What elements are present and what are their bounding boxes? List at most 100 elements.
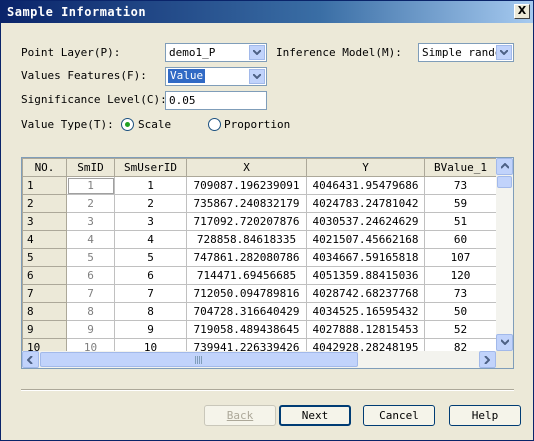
values-features-combo[interactable]: Value — [165, 67, 267, 86]
column-header-bvalue[interactable]: BValue_1 — [424, 158, 497, 177]
row-number-cell[interactable]: 1 — [22, 176, 67, 195]
smuserid-cell[interactable]: 1 — [114, 176, 187, 195]
table-row[interactable]: 7 7 7 712050.094789816 4028742.68237768 73 — [22, 284, 497, 303]
row-number-cell[interactable]: 9 — [22, 320, 67, 339]
title-bar: Sample Information X — [1, 1, 533, 23]
row-number-cell[interactable]: 4 — [22, 230, 67, 249]
column-header-x[interactable]: X — [186, 158, 307, 177]
table-row[interactable]: 1 1 1 709087.196239091 4046431.95479686 73 — [22, 176, 497, 195]
x-cell[interactable]: 747861.282080786 — [186, 248, 307, 267]
smid-cell[interactable]: 2 — [66, 194, 115, 213]
scroll-up-button[interactable] — [496, 158, 513, 175]
row-number-cell[interactable]: 7 — [22, 284, 67, 303]
x-cell[interactable]: 735867.240832179 — [186, 194, 307, 213]
smid-cell[interactable]: 4 — [66, 230, 115, 249]
x-cell[interactable]: 709087.196239091 — [186, 176, 307, 195]
x-cell[interactable]: 704728.316640429 — [186, 302, 307, 321]
bvalue-cell[interactable]: 50 — [424, 302, 497, 321]
row-number-cell[interactable]: 2 — [22, 194, 67, 213]
bvalue-cell[interactable]: 73 — [424, 176, 497, 195]
row-number-cell[interactable]: 6 — [22, 266, 67, 285]
row-number-cell[interactable]: 5 — [22, 248, 67, 267]
row-number-cell[interactable]: 8 — [22, 302, 67, 321]
x-cell[interactable]: 717092.720207876 — [186, 212, 307, 231]
help-button[interactable]: Help — [449, 405, 521, 426]
y-cell[interactable]: 4030537.24624629 — [306, 212, 425, 231]
bvalue-cell[interactable]: 51 — [424, 212, 497, 231]
scroll-left-button[interactable] — [22, 351, 39, 368]
table-row[interactable]: 8 8 8 704728.316640429 4034525.16595432 50 — [22, 302, 497, 321]
smid-cell[interactable]: 8 — [66, 302, 115, 321]
bvalue-cell[interactable]: 120 — [424, 266, 497, 285]
bvalue-cell[interactable]: 73 — [424, 284, 497, 303]
table-row[interactable]: 5 5 5 747861.282080786 4034667.59165818 107 — [22, 248, 497, 267]
smuserid-cell[interactable]: 4 — [114, 230, 187, 249]
y-cell[interactable]: 4034525.16595432 — [306, 302, 425, 321]
row-number-cell[interactable]: 3 — [22, 212, 67, 231]
smuserid-cell[interactable]: 2 — [114, 194, 187, 213]
y-cell[interactable]: 4028742.68237768 — [306, 284, 425, 303]
x-cell[interactable]: 712050.094789816 — [186, 284, 307, 303]
sample-table: NO. SmID SmUserID X Y BValue_1 1 1 1 709087… — [22, 158, 497, 357]
y-cell[interactable]: 4034667.59165818 — [306, 248, 425, 267]
smid-cell[interactable]: 7 — [66, 284, 115, 303]
smuserid-cell[interactable]: 5 — [114, 248, 187, 267]
smuserid-cell[interactable]: 6 — [114, 266, 187, 285]
smuserid-cell[interactable]: 3 — [114, 212, 187, 231]
cancel-button[interactable]: Cancel — [363, 405, 435, 426]
bvalue-cell[interactable]: 59 — [424, 194, 497, 213]
significance-level-input[interactable]: 0.05 — [165, 91, 267, 110]
table-row[interactable]: 3 3 3 717092.720207876 4030537.24624629 51 — [22, 212, 497, 231]
y-cell[interactable]: 4046431.95479686 — [306, 176, 425, 195]
vertical-scrollbar[interactable] — [496, 158, 513, 351]
next-button[interactable]: Next — [279, 405, 351, 426]
bvalue-cell[interactable]: 52 — [424, 320, 497, 339]
smuserid-cell[interactable]: 9 — [114, 320, 187, 339]
point-layer-value: demo1_P — [169, 46, 216, 59]
table-row[interactable]: 6 6 6 714471.69456685 4051359.88415036 120 — [22, 266, 497, 285]
vertical-scroll-thumb[interactable] — [497, 176, 512, 188]
chevron-down-icon[interactable] — [249, 69, 265, 84]
x-cell[interactable]: 714471.69456685 — [186, 266, 307, 285]
radio-proportion-label[interactable]: Proportion — [224, 118, 290, 131]
back-button[interactable]: Back — [204, 405, 276, 426]
point-layer-combo[interactable]: demo1_P — [165, 43, 267, 62]
scroll-right-button[interactable] — [479, 351, 496, 368]
smuserid-cell[interactable]: 8 — [114, 302, 187, 321]
inference-model-value: Simple rando — [422, 46, 502, 59]
radio-scale[interactable] — [121, 118, 134, 131]
y-cell[interactable]: 4021507.45662168 — [306, 230, 425, 249]
smid-cell[interactable]: 3 — [66, 212, 115, 231]
inference-model-combo[interactable]: Simple rando — [418, 43, 514, 62]
close-button[interactable]: X — [514, 4, 530, 19]
horizontal-scroll-thumb[interactable] — [40, 352, 358, 367]
scroll-down-button[interactable] — [496, 334, 513, 351]
column-header-smuserid[interactable]: SmUserID — [114, 158, 187, 177]
horizontal-scrollbar[interactable] — [22, 351, 496, 368]
smid-cell[interactable]: 6 — [66, 266, 115, 285]
x-cell[interactable]: 728858.84618335 — [186, 230, 307, 249]
column-header-y[interactable]: Y — [306, 158, 425, 177]
chevron-down-icon[interactable] — [496, 45, 512, 60]
column-header-smid[interactable]: SmID — [66, 158, 115, 177]
smid-cell[interactable]: 9 — [66, 320, 115, 339]
bvalue-cell[interactable]: 107 — [424, 248, 497, 267]
column-header-no[interactable]: NO. — [22, 158, 67, 177]
sample-data-grid[interactable]: NO. SmID SmUserID X Y BValue_1 1 1 1 709087… — [21, 157, 514, 369]
radio-proportion[interactable] — [208, 118, 221, 131]
grip-icon — [195, 356, 203, 364]
y-cell[interactable]: 4024783.24781042 — [306, 194, 425, 213]
table-row[interactable]: 4 4 4 728858.84618335 4021507.45662168 60 — [22, 230, 497, 249]
bvalue-cell[interactable]: 60 — [424, 230, 497, 249]
table-row[interactable]: 9 9 9 719058.489438645 4027888.12815453 52 — [22, 320, 497, 339]
smid-cell[interactable]: 5 — [66, 248, 115, 267]
x-cell[interactable]: 719058.489438645 — [186, 320, 307, 339]
table-row[interactable]: 2 2 2 735867.240832179 4024783.24781042 59 — [22, 194, 497, 213]
radio-scale-label[interactable]: Scale — [138, 118, 171, 131]
y-cell[interactable]: 4051359.88415036 — [306, 266, 425, 285]
smuserid-cell[interactable]: 7 — [114, 284, 187, 303]
y-cell[interactable]: 4027888.12815453 — [306, 320, 425, 339]
separator — [21, 389, 514, 391]
chevron-down-icon[interactable] — [249, 45, 265, 60]
smid-cell[interactable]: 1 — [66, 176, 115, 195]
